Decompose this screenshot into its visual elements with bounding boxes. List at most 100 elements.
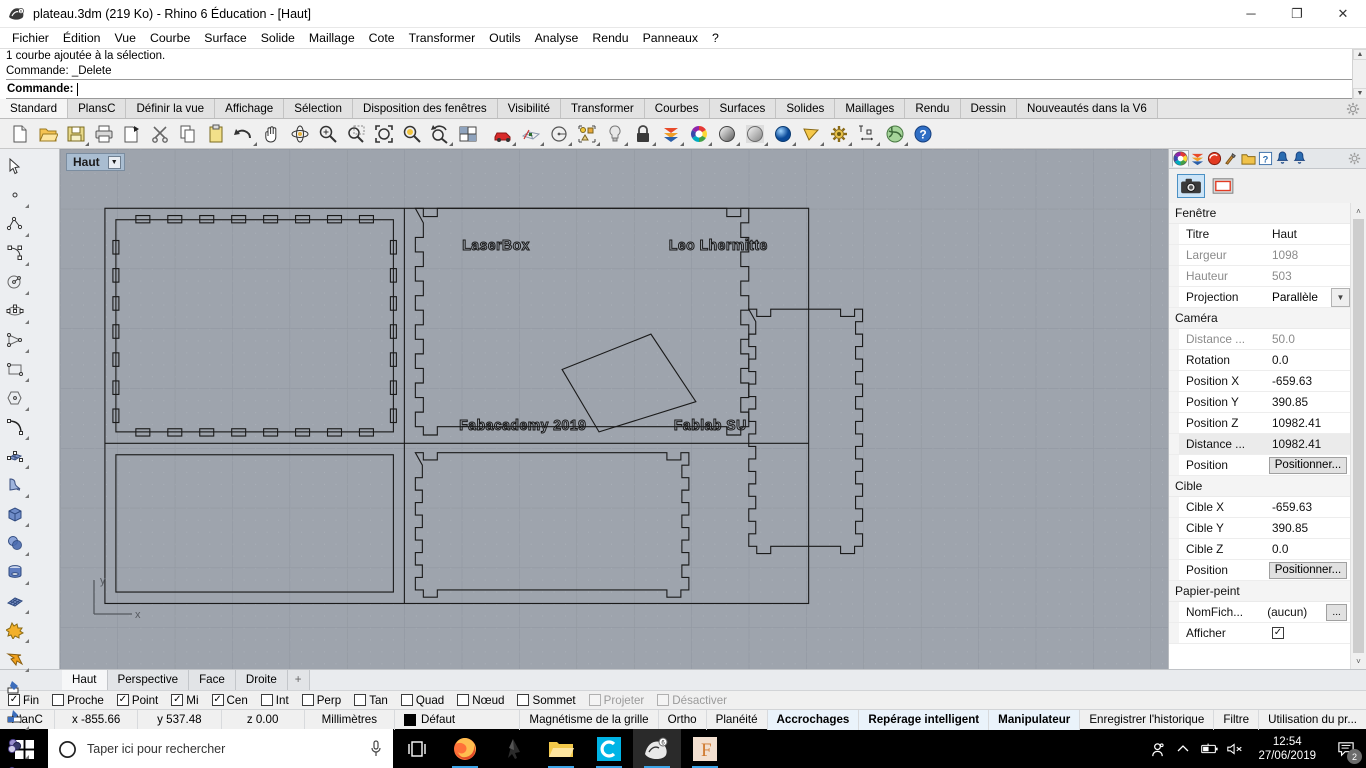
viewport-haut[interactable]: LaserBox Leo Lhermitte Fabacademy 2019 F… bbox=[60, 149, 1168, 669]
command-scroll-up-button[interactable]: ▲ bbox=[1353, 49, 1366, 60]
browse-file-button[interactable]: ... bbox=[1326, 603, 1347, 621]
property-value[interactable]: -659.63 bbox=[1267, 500, 1350, 514]
checkbox[interactable]: ✓ bbox=[116, 694, 129, 706]
notification2-tab-icon[interactable] bbox=[1291, 150, 1308, 167]
arc-icon[interactable] bbox=[0, 412, 30, 441]
tab-dessin[interactable]: Dessin bbox=[960, 99, 1017, 118]
property-value[interactable]: 0.0 bbox=[1267, 353, 1350, 367]
color-wheel-icon[interactable] bbox=[685, 121, 713, 147]
sphere-boolean-icon[interactable] bbox=[0, 528, 30, 557]
property-row-position-camera[interactable]: Position Positionner... bbox=[1169, 455, 1350, 476]
open-file-icon[interactable] bbox=[34, 121, 62, 147]
tab-standard[interactable]: Standard bbox=[0, 99, 69, 118]
menu-item-panneaux[interactable]: Panneaux bbox=[636, 29, 705, 47]
chevron-down-icon[interactable]: ▼ bbox=[1331, 287, 1350, 307]
property-value[interactable]: 390.85 bbox=[1267, 521, 1350, 535]
help-icon[interactable]: ? bbox=[909, 121, 937, 147]
cut-paste-icon[interactable] bbox=[118, 121, 146, 147]
render-sphere-icon[interactable] bbox=[769, 121, 797, 147]
checkbox[interactable] bbox=[400, 694, 413, 706]
hexagon-icon[interactable] bbox=[0, 383, 30, 412]
polygon-triangle-icon[interactable] bbox=[0, 325, 30, 354]
chevron-down-icon[interactable]: ▼ bbox=[107, 155, 121, 169]
menu-item-cote[interactable]: Cote bbox=[362, 29, 402, 47]
projection-combobox[interactable]: Parallèle ▼ bbox=[1267, 287, 1350, 307]
zoom-selected-icon[interactable] bbox=[398, 121, 426, 147]
tab-surfaces[interactable]: Surfaces bbox=[709, 99, 777, 118]
tab-courbes[interactable]: Courbes bbox=[644, 99, 710, 118]
folder-tab-icon[interactable] bbox=[1240, 150, 1257, 167]
close-button[interactable]: ✕ bbox=[1320, 0, 1366, 28]
osnap-perp[interactable]: Perp bbox=[301, 694, 341, 707]
rhino6-icon[interactable]: 6 bbox=[633, 729, 681, 768]
inkscape-icon[interactable] bbox=[489, 729, 537, 768]
volume-muted-icon[interactable] bbox=[1222, 729, 1248, 768]
cylinder-icon[interactable] bbox=[0, 557, 30, 586]
command-input-row[interactable]: Commande: bbox=[6, 79, 1366, 99]
properties-tab-icon[interactable] bbox=[1172, 150, 1189, 167]
menu-item-outils[interactable]: Outils bbox=[482, 29, 527, 47]
property-row-position-z[interactable]: Position Z 10982.41 bbox=[1169, 413, 1350, 434]
tab-transformer[interactable]: Transformer bbox=[561, 99, 645, 118]
cura-icon[interactable] bbox=[585, 729, 633, 768]
ghost-sphere-icon[interactable] bbox=[741, 121, 769, 147]
menu-item-rendu[interactable]: Rendu bbox=[585, 29, 635, 47]
osnap-quad[interactable]: Quad bbox=[400, 694, 444, 707]
scroll-up-arrow[interactable]: ˄ bbox=[1351, 203, 1366, 219]
tab-rendu[interactable]: Rendu bbox=[905, 99, 961, 118]
globe-icon[interactable] bbox=[881, 121, 909, 147]
checkbox[interactable]: ✓ bbox=[171, 694, 184, 706]
explode-icon[interactable] bbox=[0, 644, 30, 673]
osnap-proche[interactable]: Proche bbox=[52, 694, 104, 707]
zoom-in-icon[interactable] bbox=[314, 121, 342, 147]
checkbox[interactable] bbox=[517, 694, 530, 706]
menu-item-help[interactable]: ? bbox=[705, 29, 726, 47]
checkbox[interactable] bbox=[260, 694, 273, 706]
select-arrow-icon[interactable] bbox=[0, 151, 30, 180]
property-row-cible-x[interactable]: Cible X -659.63 bbox=[1169, 497, 1350, 518]
car-render-icon[interactable] bbox=[489, 121, 517, 147]
layers-icon[interactable] bbox=[657, 121, 685, 147]
property-row-position-y[interactable]: Position Y 390.85 bbox=[1169, 392, 1350, 413]
viewport-tab-face[interactable]: Face bbox=[189, 670, 236, 690]
minimize-button[interactable]: ─ bbox=[1228, 0, 1274, 28]
property-row-cible-z[interactable]: Cible Z 0.0 bbox=[1169, 539, 1350, 560]
options-gear-icon[interactable] bbox=[825, 121, 853, 147]
file-explorer-icon[interactable] bbox=[537, 729, 585, 768]
osnap-noeud[interactable]: Nœud bbox=[457, 694, 504, 707]
menu-item-maillage[interactable]: Maillage bbox=[302, 29, 362, 47]
split-icon[interactable] bbox=[0, 702, 30, 731]
property-value[interactable]: Haut bbox=[1267, 227, 1350, 241]
polyline-icon[interactable] bbox=[0, 209, 30, 238]
battery-icon[interactable] bbox=[1196, 729, 1222, 768]
menu-item-fichier[interactable]: Fichier bbox=[5, 29, 56, 47]
property-value[interactable]: -659.63 bbox=[1267, 374, 1350, 388]
tab-definir-la-vue[interactable]: Définir la vue bbox=[126, 99, 216, 118]
camera-subtab-icon[interactable] bbox=[1177, 174, 1205, 198]
menu-item-solide[interactable]: Solide bbox=[254, 29, 302, 47]
viewport-tab-perspective[interactable]: Perspective bbox=[107, 670, 190, 690]
viewport-layout-icon[interactable] bbox=[454, 121, 482, 147]
osnap-cen[interactable]: ✓ Cen bbox=[211, 694, 248, 707]
property-row-afficher[interactable]: Afficher ✓ bbox=[1169, 623, 1350, 644]
menu-item-vue[interactable]: Vue bbox=[108, 29, 143, 47]
tab-selection[interactable]: Sélection bbox=[284, 99, 353, 118]
menu-item-courbe[interactable]: Courbe bbox=[143, 29, 197, 47]
search-input[interactable]: Taper ici pour rechercher bbox=[48, 729, 393, 768]
surface-sweep-icon[interactable] bbox=[0, 470, 30, 499]
notification-icon[interactable]: 2 bbox=[1326, 729, 1366, 768]
osnap-tan[interactable]: Tan bbox=[354, 694, 388, 707]
zoom-window-icon[interactable] bbox=[342, 121, 370, 147]
lock-icon[interactable] bbox=[629, 121, 657, 147]
menu-item-edition[interactable]: Édition bbox=[56, 29, 108, 47]
maximize-button[interactable]: ❐ bbox=[1274, 0, 1320, 28]
osnap-mi[interactable]: ✓ Mi bbox=[171, 694, 199, 707]
property-row-position-x[interactable]: Position X -659.63 bbox=[1169, 371, 1350, 392]
gear-icon[interactable] bbox=[1346, 102, 1360, 116]
undo-icon[interactable] bbox=[230, 121, 258, 147]
scrollbar-thumb[interactable] bbox=[1353, 219, 1364, 653]
display-tab-icon[interactable] bbox=[1206, 150, 1223, 167]
property-row-nomfichier[interactable]: NomFich... (aucun) ... bbox=[1169, 602, 1350, 623]
box-solid-icon[interactable] bbox=[0, 499, 30, 528]
panel-gear-icon[interactable] bbox=[1348, 152, 1361, 165]
